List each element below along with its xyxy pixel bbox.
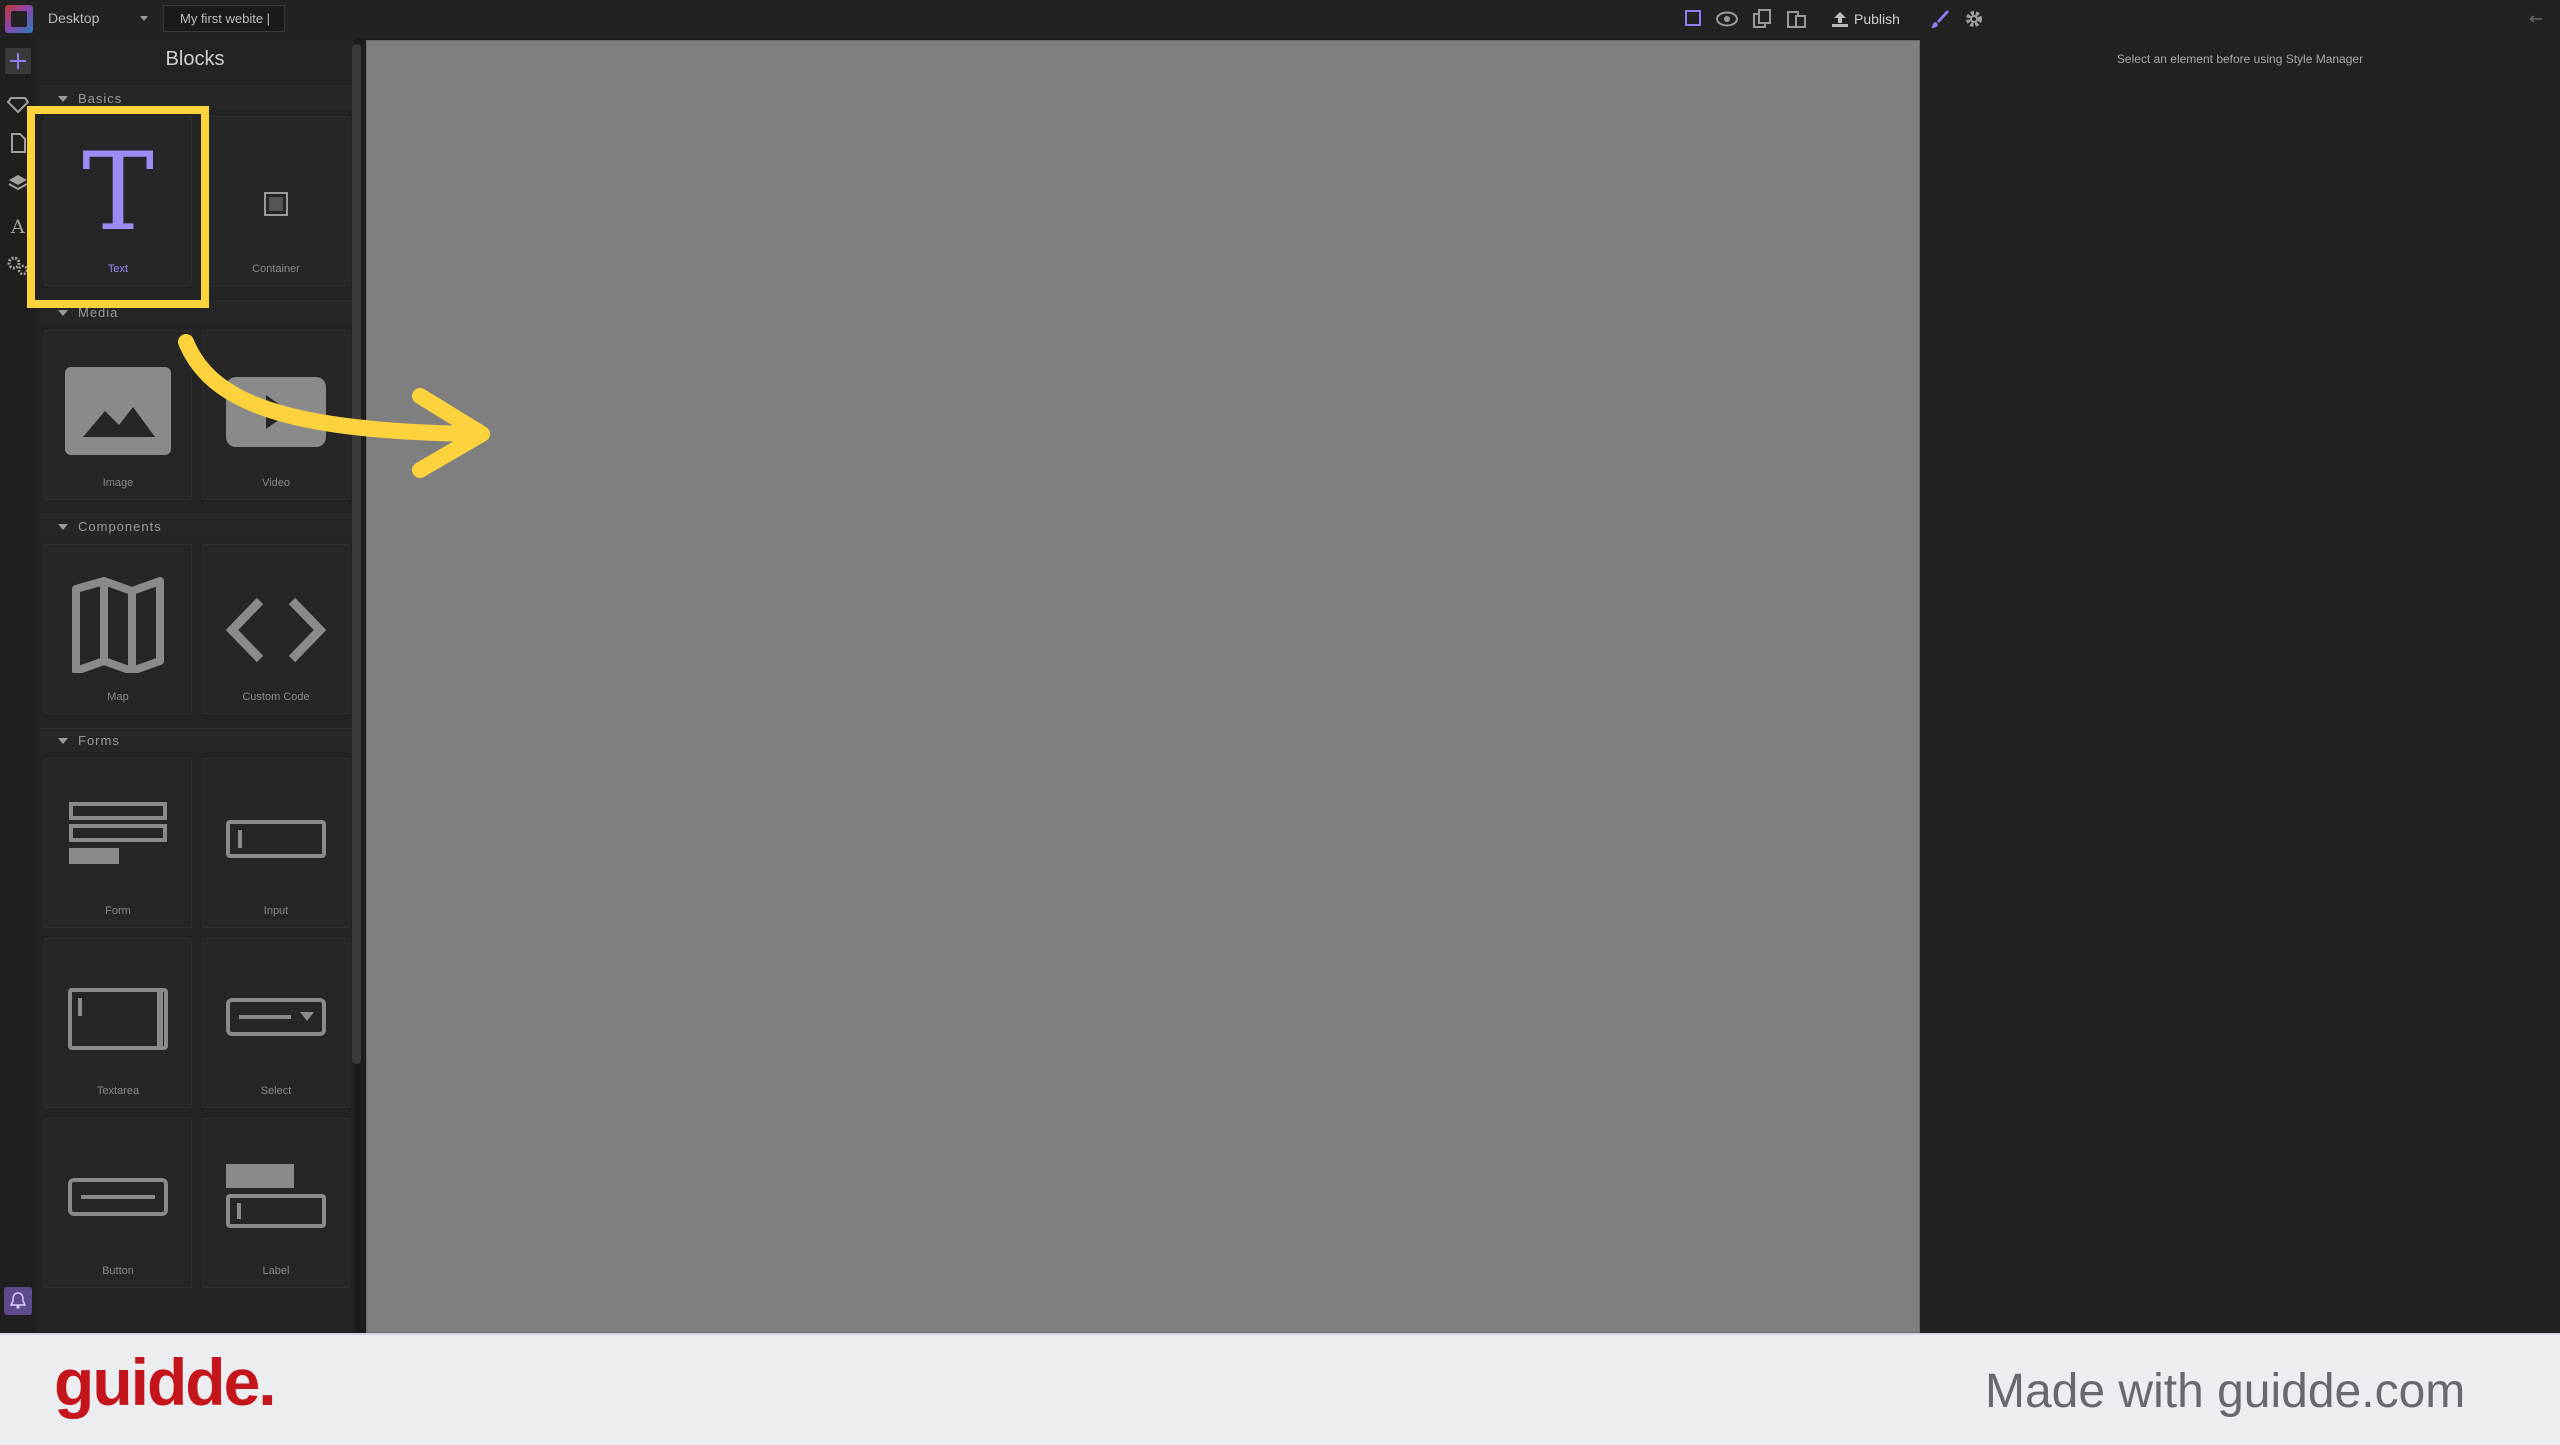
made-with-guidde-text: Made with guidde.com xyxy=(1985,1365,2466,1418)
upload-icon xyxy=(1832,12,1848,27)
category-label: Components xyxy=(78,519,162,534)
editor-canvas[interactable] xyxy=(366,40,1920,1333)
fullscreen-icon[interactable] xyxy=(1750,7,1774,31)
tutorial-highlight-box xyxy=(27,106,209,308)
style-manager-message: Select an element before using Style Man… xyxy=(2116,52,2364,66)
block-label: Button xyxy=(102,1265,134,1277)
input-field-icon xyxy=(226,820,326,858)
site-title-input[interactable]: My first webite | xyxy=(163,5,285,32)
style-manager-brush-icon[interactable] xyxy=(1928,7,1952,31)
top-toolbar: Desktop My first webite | Publish xyxy=(0,0,2560,38)
publish-button[interactable]: Publish xyxy=(1828,6,1900,32)
category-label: Forms xyxy=(78,733,120,748)
caret-down-icon xyxy=(58,96,68,102)
tutorial-arrow-icon xyxy=(178,334,490,478)
block-label: Container xyxy=(252,263,300,275)
button-shape-icon xyxy=(68,1178,168,1216)
block-label: Textarea xyxy=(96,1085,140,1097)
block-container[interactable]: Container xyxy=(202,116,350,286)
device-select-value: Desktop xyxy=(48,10,100,26)
block-label: Select xyxy=(260,1085,292,1097)
form-fields-icon xyxy=(69,802,167,864)
category-label: Basics xyxy=(78,91,123,106)
block-label: Input xyxy=(263,905,289,917)
block-label: Form xyxy=(105,905,131,917)
component-outline-icon[interactable] xyxy=(1682,7,1706,31)
guidde-logo: guidde. xyxy=(54,1345,277,1419)
collapse-arrow-icon[interactable] xyxy=(2526,7,2550,31)
caret-down-icon xyxy=(58,738,68,744)
category-forms[interactable]: Forms xyxy=(40,728,352,752)
add-blocks-plus-icon[interactable] xyxy=(5,48,31,74)
block-label[interactable]: Label xyxy=(202,1118,350,1288)
device-select[interactable]: Desktop xyxy=(44,6,152,30)
blocks-scrollbar[interactable] xyxy=(352,44,361,1064)
block-input[interactable]: Input xyxy=(202,758,350,928)
textarea-icon xyxy=(68,988,168,1050)
bell-icon xyxy=(9,1292,27,1309)
app-window: Desktop My first webite | Publish A Bloc… xyxy=(0,0,2560,1445)
block-select[interactable]: Select xyxy=(202,938,350,1108)
category-components[interactable]: Components xyxy=(40,514,352,538)
publish-label: Publish xyxy=(1854,11,1900,27)
app-logo xyxy=(5,5,33,33)
preview-eye-icon[interactable] xyxy=(1714,7,1738,31)
container-box-icon xyxy=(264,192,288,216)
map-folded-icon xyxy=(72,577,164,673)
block-map[interactable]: Map xyxy=(44,544,192,714)
block-label: Custom Code xyxy=(242,691,310,703)
block-form[interactable]: Form xyxy=(44,758,192,928)
image-picture-icon xyxy=(65,367,171,455)
block-label: Label xyxy=(262,1265,290,1277)
block-custom-code[interactable]: Custom Code xyxy=(202,544,350,714)
style-manager-panel xyxy=(1920,38,2560,1333)
caret-down-icon xyxy=(58,310,68,316)
blocks-panel-title: Blocks xyxy=(165,48,225,70)
code-view-icon[interactable] xyxy=(1785,7,1809,31)
chevron-down-icon xyxy=(140,16,148,21)
code-brackets-icon xyxy=(225,597,327,663)
settings-gear-icon[interactable] xyxy=(1962,7,1986,31)
block-button[interactable]: Button xyxy=(44,1118,192,1288)
label-tag-icon xyxy=(226,1164,326,1228)
notifications-bell-icon[interactable] xyxy=(4,1287,32,1315)
caret-down-icon xyxy=(58,524,68,530)
select-dropdown-icon xyxy=(226,998,326,1036)
svg-text:A: A xyxy=(10,216,25,238)
block-textarea[interactable]: Textarea xyxy=(44,938,192,1108)
block-label: Map xyxy=(107,691,129,703)
